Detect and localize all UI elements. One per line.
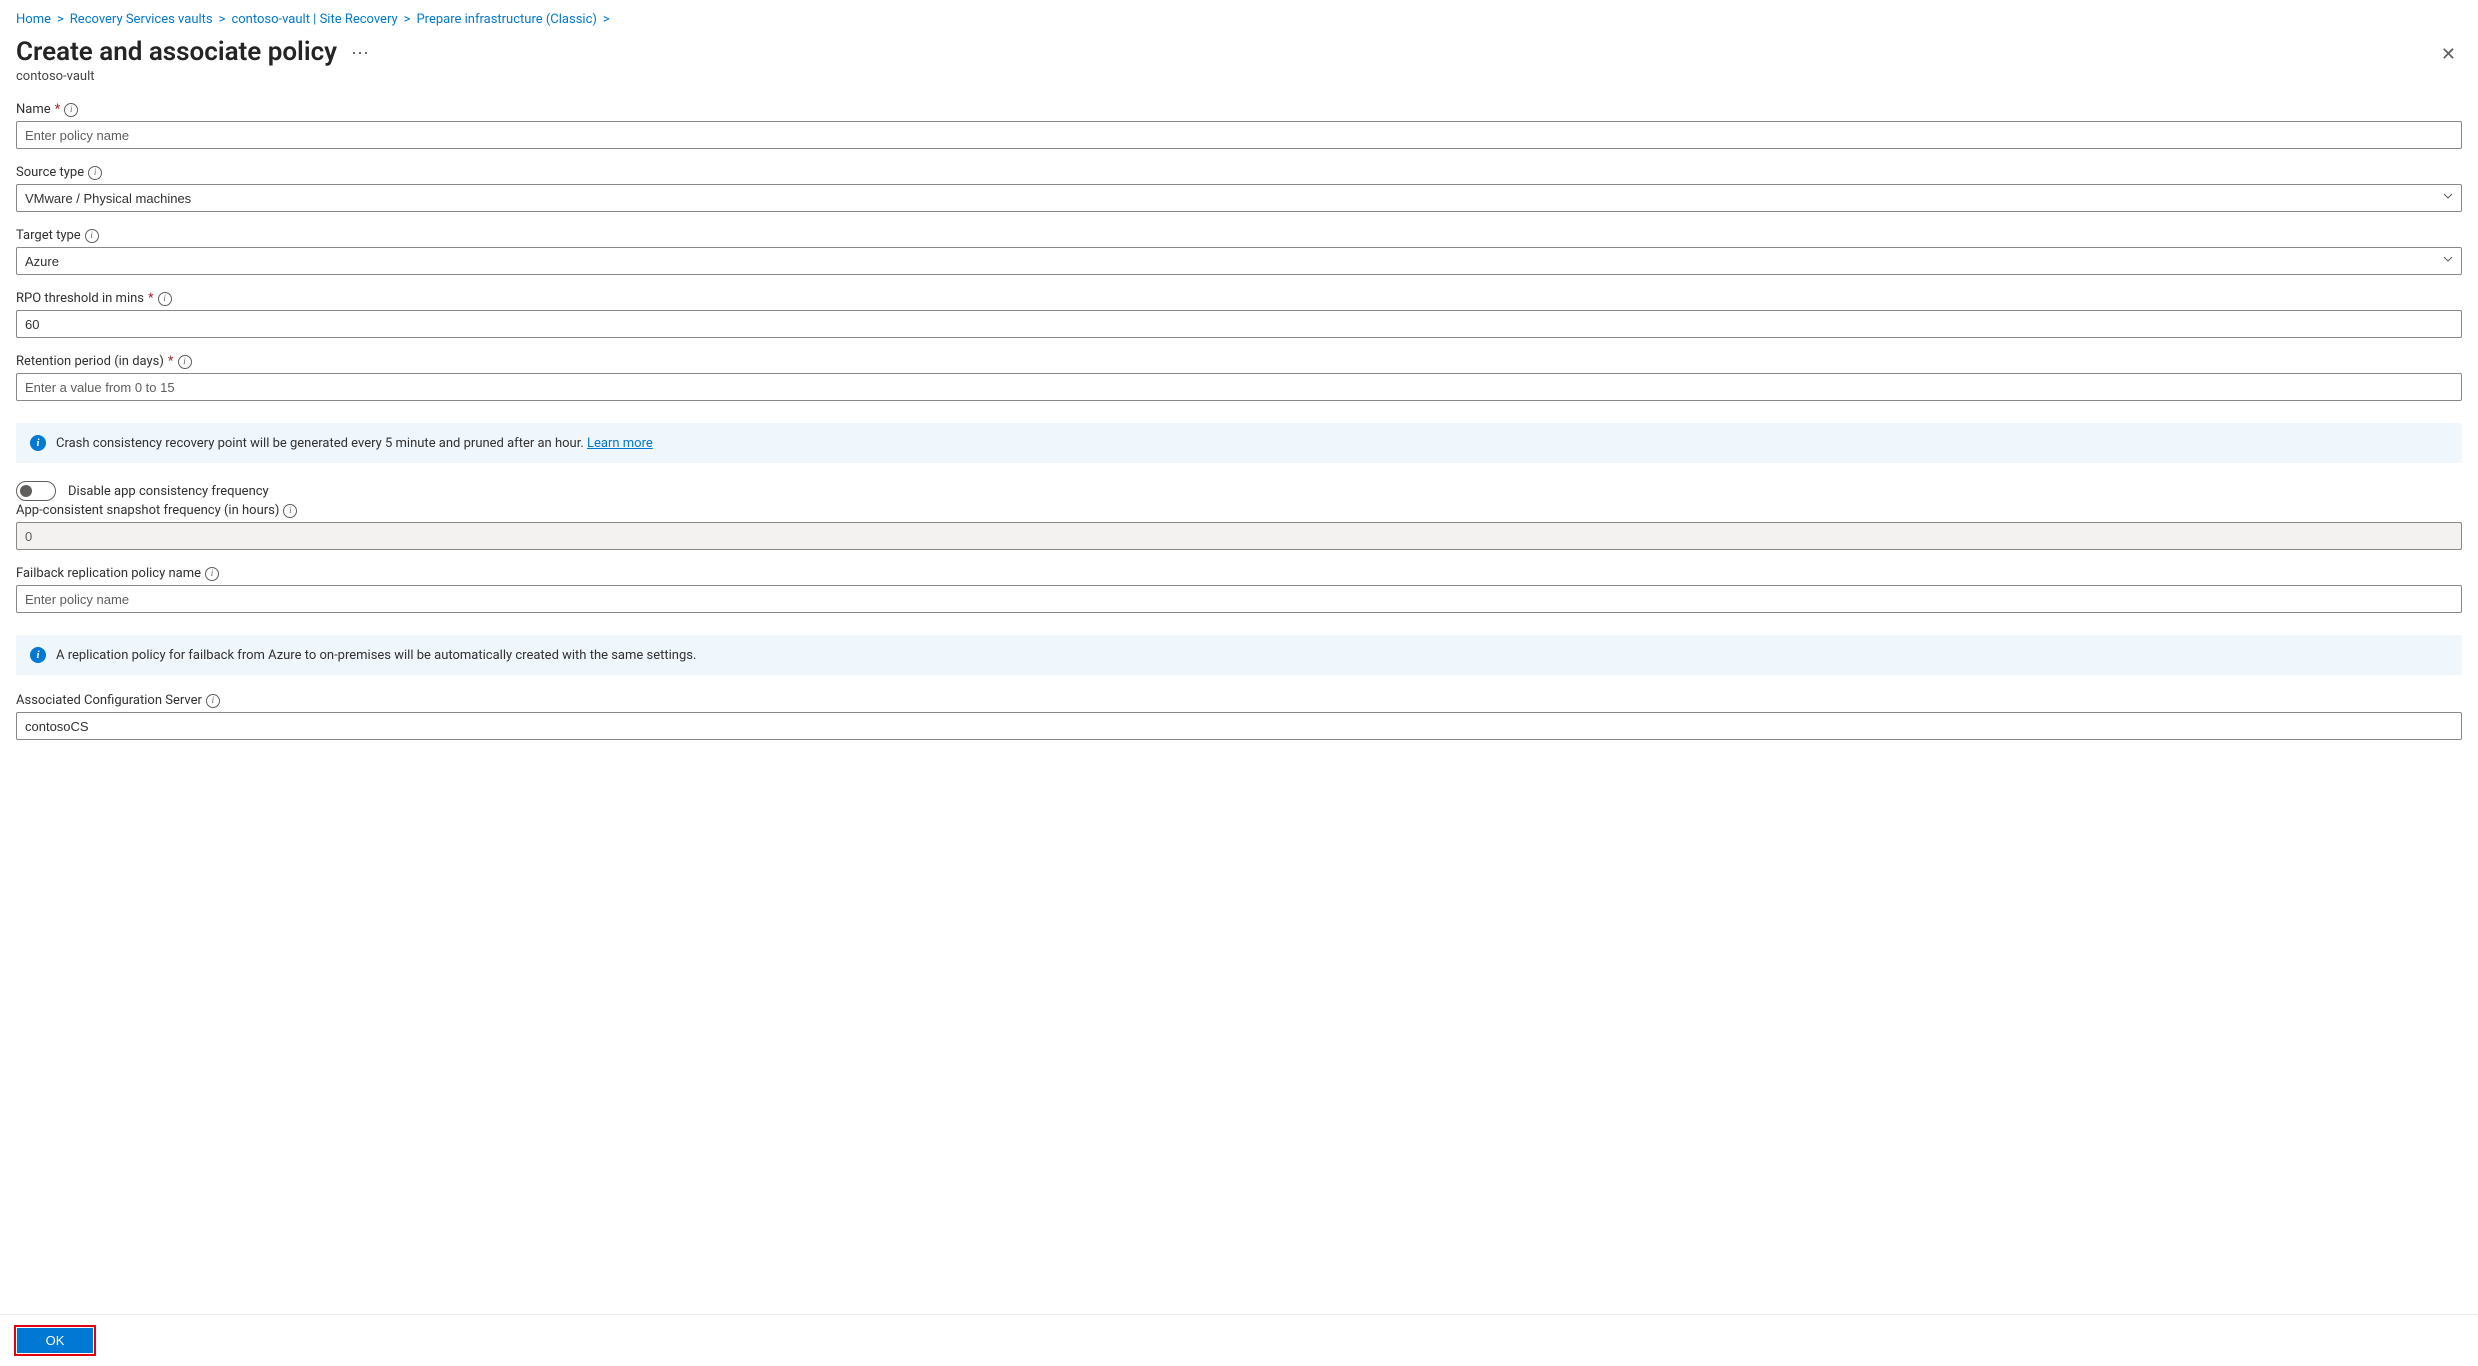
failback-policy-input[interactable] [16, 585, 2462, 613]
chevron-right-icon: > [597, 12, 616, 27]
app-snapshot-input [16, 522, 2462, 550]
rpo-input[interactable] [16, 310, 2462, 338]
required-indicator: * [55, 102, 61, 117]
ok-highlight: OK [14, 1325, 96, 1356]
crash-consistency-text: Crash consistency recovery point will be… [56, 436, 587, 451]
info-icon[interactable]: i [205, 567, 219, 581]
failback-info-message: i A replication policy for failback from… [16, 635, 2462, 675]
toggle-knob [20, 485, 32, 497]
breadcrumb-recovery-vaults[interactable]: Recovery Services vaults [70, 12, 213, 27]
breadcrumb-home[interactable]: Home [16, 12, 51, 27]
info-icon[interactable]: i [283, 504, 297, 518]
learn-more-link[interactable]: Learn more [587, 436, 653, 451]
assoc-server-input[interactable] [16, 712, 2462, 740]
disable-app-consistency-toggle[interactable] [16, 481, 56, 501]
info-icon[interactable]: i [85, 229, 99, 243]
rpo-label: RPO threshold in mins [16, 291, 144, 306]
disable-app-consistency-label: Disable app consistency frequency [68, 484, 269, 499]
info-icon[interactable]: i [158, 292, 172, 306]
failback-policy-label: Failback replication policy name [16, 566, 201, 581]
info-icon[interactable]: i [88, 166, 102, 180]
required-indicator: * [148, 291, 154, 306]
chevron-right-icon: > [51, 12, 70, 27]
breadcrumb-prepare-infra[interactable]: Prepare infrastructure (Classic) [416, 12, 596, 27]
required-indicator: * [168, 354, 174, 369]
chevron-right-icon: > [213, 12, 232, 27]
retention-label: Retention period (in days) [16, 354, 164, 369]
app-snapshot-label: App-consistent snapshot frequency (in ho… [16, 503, 279, 518]
failback-info-text: A replication policy for failback from A… [56, 648, 696, 663]
ok-button[interactable]: OK [17, 1328, 93, 1353]
info-icon[interactable]: i [206, 694, 220, 708]
info-filled-icon: i [30, 647, 46, 663]
crash-consistency-message: i Crash consistency recovery point will … [16, 423, 2462, 463]
name-input[interactable] [16, 121, 2462, 149]
breadcrumb: Home > Recovery Services vaults > contos… [16, 10, 2462, 33]
assoc-server-label: Associated Configuration Server [16, 693, 202, 708]
more-icon[interactable]: ⋯ [351, 45, 369, 63]
page-subtitle: contoso-vault [16, 69, 369, 84]
source-type-select[interactable] [16, 184, 2462, 212]
close-button[interactable]: ✕ [2435, 39, 2462, 69]
close-icon: ✕ [2441, 44, 2456, 64]
info-icon[interactable]: i [178, 355, 192, 369]
chevron-right-icon: > [398, 12, 417, 27]
page-title: Create and associate policy [16, 37, 337, 67]
info-filled-icon: i [30, 435, 46, 451]
name-label: Name [16, 102, 51, 117]
footer-bar: OK [0, 1314, 2478, 1366]
source-type-label: Source type [16, 165, 84, 180]
target-type-select[interactable] [16, 247, 2462, 275]
retention-input[interactable] [16, 373, 2462, 401]
info-icon[interactable]: i [64, 103, 78, 117]
breadcrumb-vault-site-recovery[interactable]: contoso-vault | Site Recovery [231, 12, 397, 27]
target-type-label: Target type [16, 228, 81, 243]
